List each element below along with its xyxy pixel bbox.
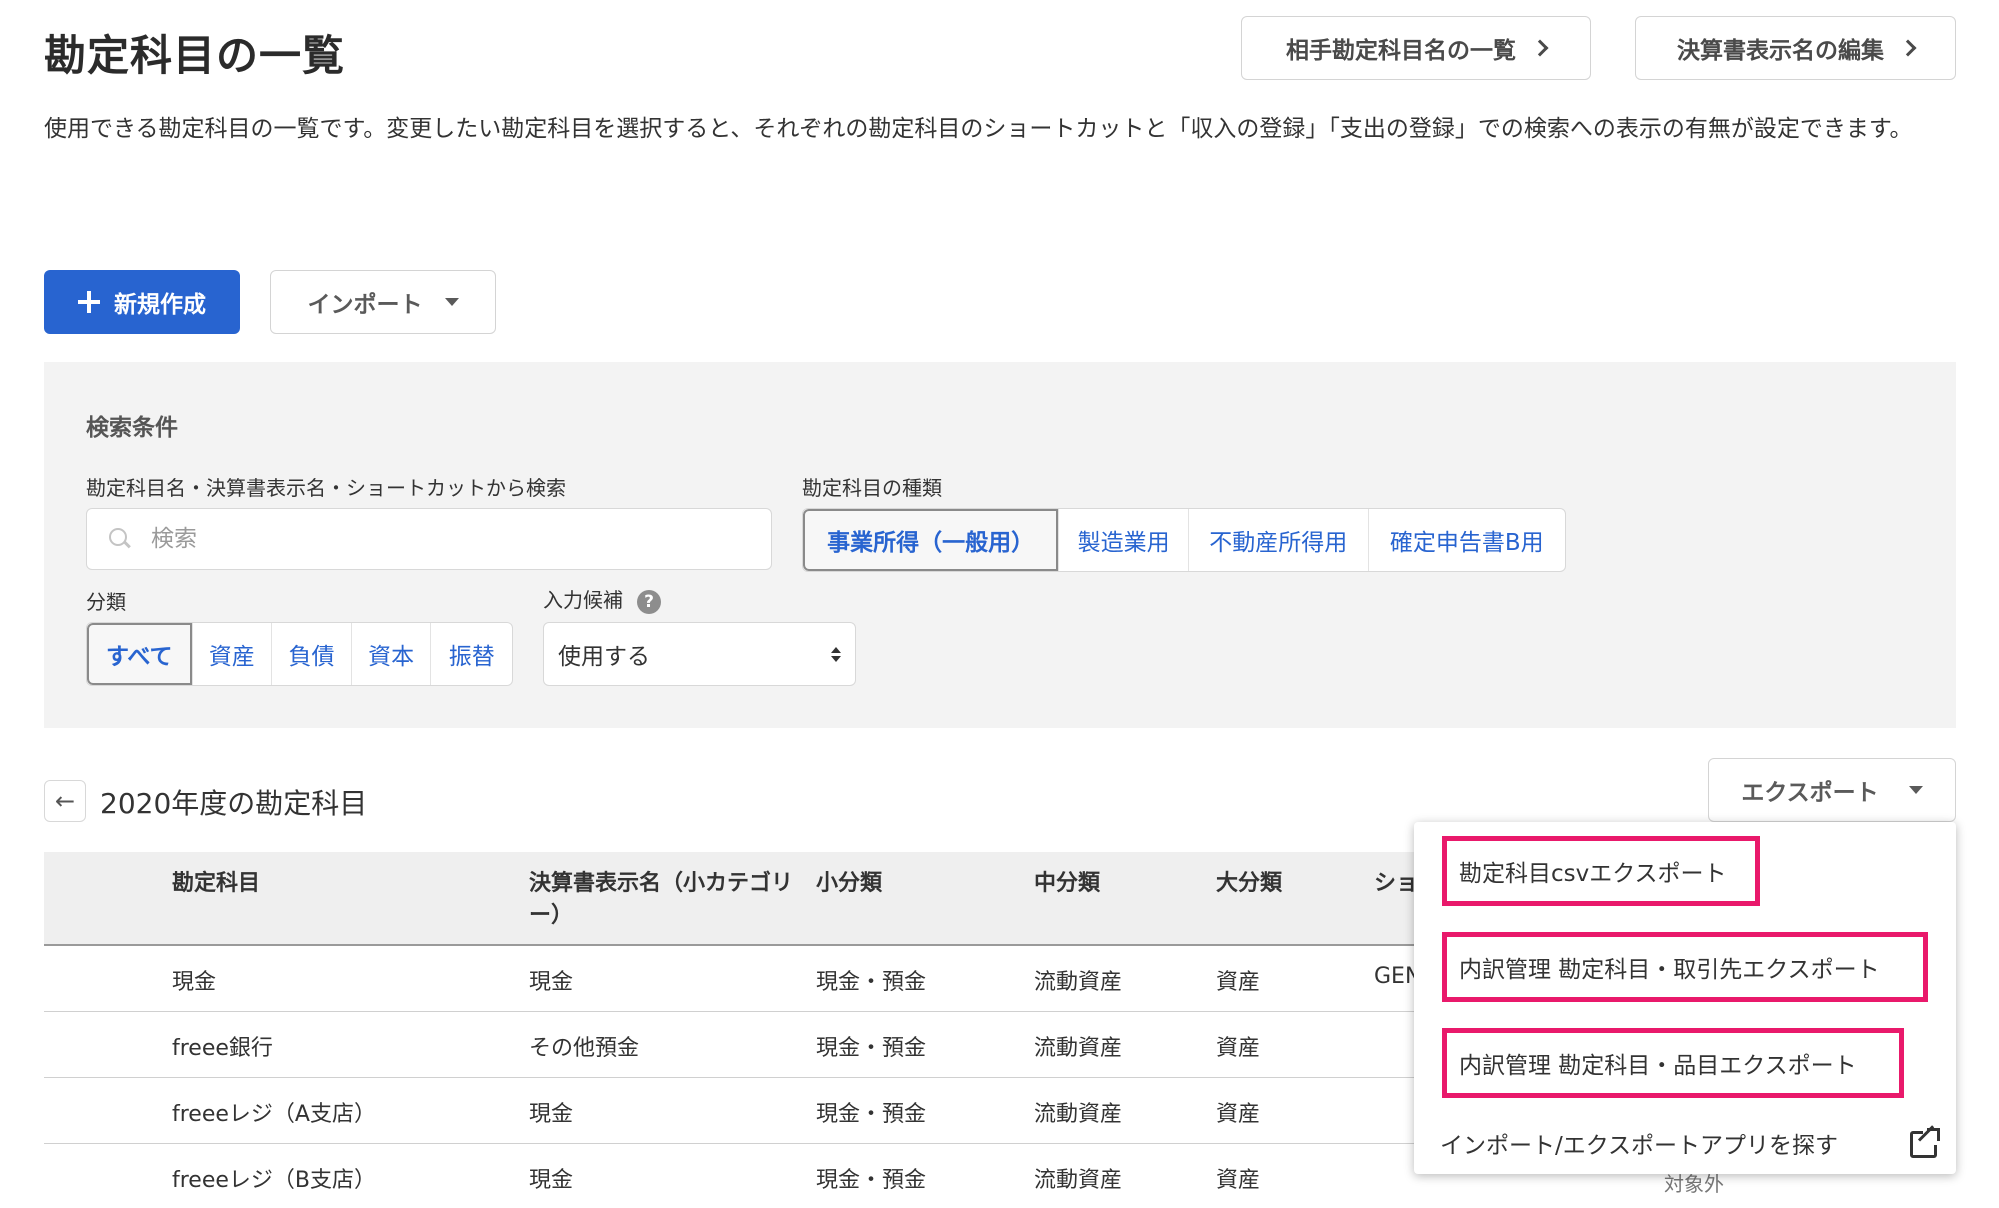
chevron-right-icon	[1899, 39, 1917, 57]
cell-mid-category: 流動資産	[1034, 1102, 1123, 1127]
cell-mid-category: 流動資産	[1034, 1168, 1123, 1193]
suggest-label-wrap: 入力候補?	[543, 584, 661, 614]
cell-account: freeeレジ（B支店）	[172, 1168, 377, 1193]
export-button[interactable]: エクスポート	[1708, 758, 1956, 822]
search-input[interactable]	[151, 526, 711, 552]
chevron-right-icon	[1531, 39, 1549, 57]
previous-year-button[interactable]: ←	[44, 780, 86, 822]
column-header[interactable]: ショ	[1374, 868, 1418, 900]
search-box	[86, 508, 772, 570]
import-button[interactable]: インポート	[270, 270, 496, 334]
cell-account: 現金	[172, 970, 217, 995]
cell-major-category: 資産	[1216, 1036, 1261, 1061]
page-title: 勘定科目の一覧	[44, 31, 346, 80]
cell-sub-category: 現金・預金	[816, 1102, 927, 1127]
account-type-label: 勘定科目の種類	[802, 476, 942, 500]
caret-down-icon	[444, 298, 459, 306]
cell-major-category: 資産	[1216, 970, 1261, 995]
menu-item-product-export[interactable]: 内訳管理 勘定科目・品目エクスポート	[1442, 1028, 1904, 1098]
category-liabilities[interactable]: 負債	[271, 623, 351, 685]
account-type-business-general[interactable]: 事業所得（一般用）	[803, 509, 1059, 571]
suggest-select[interactable]: 使用する	[543, 622, 856, 686]
arrow-left-icon: ←	[54, 787, 76, 815]
column-header[interactable]: 勘定科目	[172, 868, 260, 900]
menu-item-label: 勘定科目csvエクスポート	[1459, 861, 1727, 887]
cell-statement-name: 現金	[529, 1102, 574, 1127]
search-query-label: 勘定科目名・決算書表示名・ショートカットから検索	[86, 476, 566, 500]
category-label: 分類	[86, 590, 126, 614]
caret-down-icon	[1908, 786, 1923, 794]
plus-icon	[78, 291, 100, 313]
cell-account: freee銀行	[172, 1036, 273, 1061]
find-apps-label: インポート/エクスポートアプリを探す	[1440, 1133, 1839, 1159]
cell-statement-name: その他預金	[529, 1036, 640, 1061]
account-type-tax-return-b[interactable]: 確定申告書B用	[1367, 509, 1565, 571]
cell-mid-category: 流動資産	[1034, 1036, 1123, 1061]
export-label: エクスポート	[1741, 780, 1879, 806]
counterpart-list-button[interactable]: 相手勘定科目名の一覧	[1241, 16, 1591, 80]
account-type-selector: 事業所得（一般用） 製造業用 不動産所得用 確定申告書B用	[802, 508, 1566, 572]
new-account-button[interactable]: 新規作成	[44, 270, 240, 334]
search-icon	[109, 528, 131, 550]
category-transfer[interactable]: 振替	[430, 623, 512, 685]
search-panel-title: 検索条件	[86, 415, 178, 441]
column-header[interactable]: 決算書表示名（小カテゴリー）	[529, 868, 799, 932]
account-type-manufacturing[interactable]: 製造業用	[1058, 509, 1188, 571]
menu-item-label: 内訳管理 勘定科目・取引先エクスポート	[1459, 957, 1880, 983]
external-link-icon	[1910, 1125, 1940, 1158]
cell-sub-category: 現金・預金	[816, 1168, 927, 1193]
account-type-real-estate[interactable]: 不動産所得用	[1187, 509, 1368, 571]
help-icon[interactable]: ?	[637, 589, 661, 614]
cell-statement-name: 現金	[529, 1168, 574, 1193]
cell-sub-category: 現金・預金	[816, 970, 927, 995]
menu-item-partner-export[interactable]: 内訳管理 勘定科目・取引先エクスポート	[1442, 932, 1928, 1002]
statement-name-edit-label: 決算書表示名の編集	[1677, 38, 1884, 64]
page-description: 使用できる勘定科目の一覧です。変更したい勘定科目を選択すると、それぞれの勘定科目…	[44, 116, 1913, 142]
suggest-select-value: 使用する	[558, 644, 650, 670]
counterpart-list-label: 相手勘定科目名の一覧	[1286, 38, 1516, 64]
column-header[interactable]: 中分類	[1034, 868, 1100, 900]
new-account-label: 新規作成	[114, 292, 206, 318]
find-apps-link[interactable]: インポート/エクスポートアプリを探す	[1440, 1125, 1940, 1160]
cell-major-category: 資産	[1216, 1102, 1261, 1127]
category-all[interactable]: すべて	[87, 623, 192, 685]
category-capital[interactable]: 資本	[350, 623, 431, 685]
column-header[interactable]: 大分類	[1216, 868, 1282, 900]
column-header[interactable]: 小分類	[816, 868, 882, 900]
import-label: インポート	[307, 292, 423, 318]
statement-name-edit-button[interactable]: 決算書表示名の編集	[1635, 16, 1956, 80]
menu-item-csv-export[interactable]: 勘定科目csvエクスポート	[1442, 836, 1760, 906]
cell-major-category: 資産	[1216, 1168, 1261, 1193]
select-arrows-icon	[831, 646, 841, 662]
cell-account: freeeレジ（A支店）	[172, 1102, 376, 1127]
cell-sub-category: 現金・預金	[816, 1036, 927, 1061]
cell-mid-category: 流動資産	[1034, 970, 1123, 995]
cell-statement-name: 現金	[529, 970, 574, 995]
menu-item-label: 内訳管理 勘定科目・品目エクスポート	[1459, 1053, 1857, 1079]
category-assets[interactable]: 資産	[191, 623, 272, 685]
fiscal-year-title: 2020年度の勘定科目	[100, 787, 368, 820]
category-selector: すべて 資産 負債 資本 振替	[86, 622, 513, 686]
suggest-label: 入力候補	[543, 588, 623, 612]
